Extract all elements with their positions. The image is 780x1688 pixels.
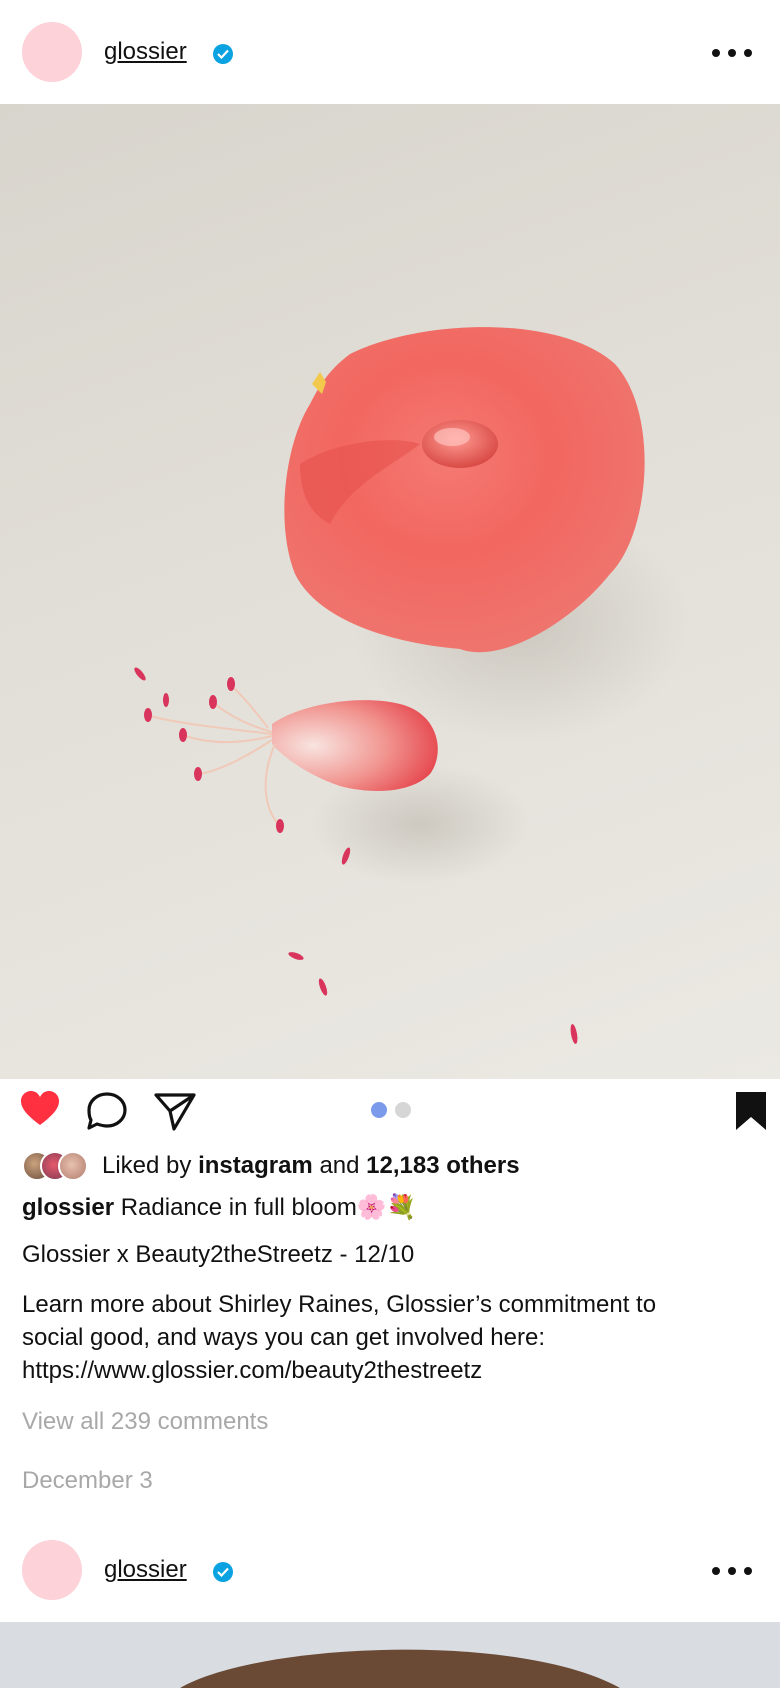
carousel-indicator xyxy=(371,1102,411,1118)
liker-avatar xyxy=(58,1151,88,1181)
comment-bubble-icon[interactable] xyxy=(86,1091,128,1136)
caption-paragraph-line: https://www.glossier.com/beauty2thestree… xyxy=(22,1357,483,1384)
more-options-icon[interactable] xyxy=(712,48,752,58)
view-all-comments-link[interactable]: View all 239 comments xyxy=(22,1408,268,1436)
heart-filled-icon[interactable] xyxy=(20,1091,60,1132)
avatar[interactable] xyxy=(22,22,82,82)
next-post-image[interactable] xyxy=(0,1622,780,1688)
caption-text: Radiance in full bloom🌸💐 xyxy=(120,1194,417,1221)
avatar[interactable] xyxy=(22,1540,82,1600)
verified-badge-icon xyxy=(213,1562,233,1582)
liker-avatars[interactable] xyxy=(22,1151,88,1181)
caption: glossier Radiance in full bloom🌸💐 xyxy=(22,1193,417,1222)
paper-plane-icon[interactable] xyxy=(154,1091,196,1136)
post-image[interactable] xyxy=(0,104,780,1079)
caption-paragraph-line: Learn more about Shirley Raines, Glossie… xyxy=(22,1291,657,1318)
verified-badge-icon xyxy=(213,44,233,64)
carousel-dot-active[interactable] xyxy=(371,1102,387,1118)
likes-others-count[interactable]: 12,183 others xyxy=(366,1152,519,1179)
likes-summary[interactable]: Liked by instagram and 12,183 others xyxy=(102,1152,520,1180)
bookmark-filled-icon[interactable] xyxy=(734,1091,768,1136)
post-date: December 3 xyxy=(22,1467,153,1494)
likes-conjunction: and xyxy=(319,1152,360,1179)
carousel-dot[interactable] xyxy=(395,1102,411,1118)
caption-username[interactable]: glossier xyxy=(22,1194,114,1221)
liker-username[interactable]: instagram xyxy=(198,1152,313,1179)
post-header: glossier xyxy=(0,0,780,104)
username-link[interactable]: glossier xyxy=(104,1556,187,1584)
caption-paragraph: Learn more about Shirley Raines, Glossie… xyxy=(22,1288,752,1387)
more-options-icon[interactable] xyxy=(712,1566,752,1576)
caption-line: Glossier x Beauty2theStreetz - 12/10 xyxy=(22,1241,415,1268)
next-post-header: glossier xyxy=(0,1518,780,1622)
username-link[interactable]: glossier xyxy=(104,38,187,66)
caption-paragraph-line: social good, and ways you can get involv… xyxy=(22,1324,545,1351)
likes-prefix: Liked by xyxy=(102,1152,192,1179)
likes-row: Liked by instagram and 12,183 others xyxy=(22,1150,520,1182)
